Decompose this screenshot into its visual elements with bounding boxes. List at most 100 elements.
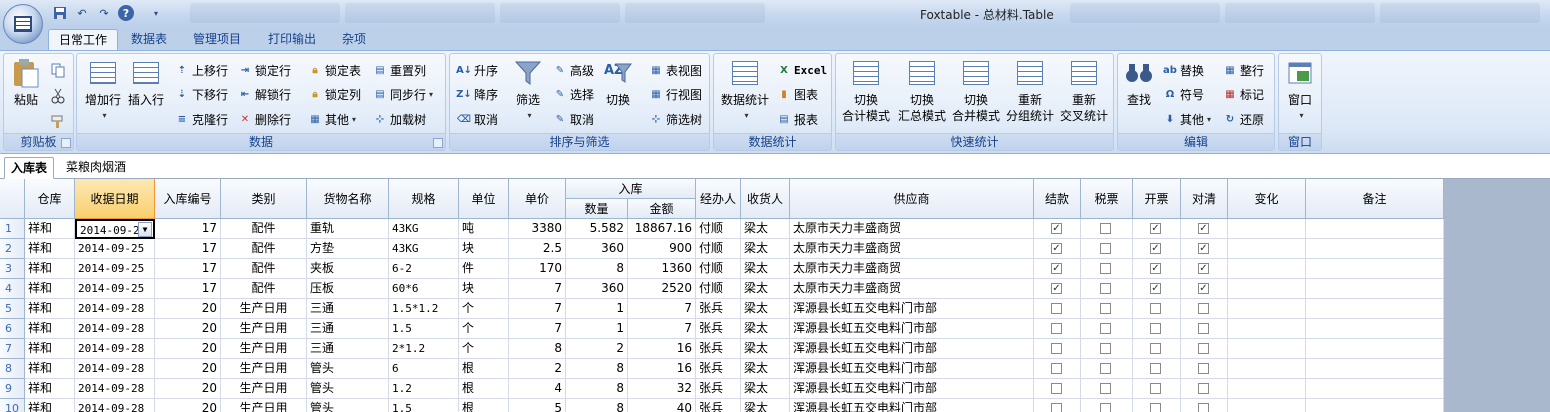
- cell-qty[interactable]: 8: [566, 359, 628, 379]
- cell-unit[interactable]: 个: [459, 299, 509, 319]
- reset-column-button[interactable]: ▤ 重置列: [372, 60, 426, 80]
- cancel-filter-button[interactable]: ✎ 取消: [552, 109, 594, 129]
- checkbox[interactable]: [1150, 303, 1161, 314]
- row-header[interactable]: 6: [0, 319, 25, 339]
- cell-remark[interactable]: [1306, 239, 1444, 259]
- cell-qty[interactable]: 5.582: [566, 219, 628, 239]
- cell-unit[interactable]: 吨: [459, 219, 509, 239]
- tab-daily-work[interactable]: 日常工作: [48, 29, 119, 51]
- cell-price[interactable]: 7: [509, 299, 566, 319]
- cell-warehouse[interactable]: 祥和: [25, 279, 75, 299]
- checkbox[interactable]: [1100, 323, 1111, 334]
- checkbox[interactable]: [1100, 363, 1111, 374]
- cell-date[interactable]: 2014-09-28: [75, 399, 155, 412]
- cell-kaipiao[interactable]: [1133, 399, 1181, 412]
- paste-button[interactable]: 粘贴: [8, 58, 44, 108]
- cell-qty[interactable]: 1: [566, 319, 628, 339]
- cell-supplier[interactable]: 浑源县长虹五交电料门市部: [790, 319, 1034, 339]
- cell-spec[interactable]: 1.2: [389, 379, 459, 399]
- cell-qty[interactable]: 360: [566, 279, 628, 299]
- cell-remark[interactable]: [1306, 259, 1444, 279]
- checkbox[interactable]: [1198, 363, 1209, 374]
- column-header-remark[interactable]: 备注: [1306, 179, 1444, 219]
- checkbox[interactable]: ✓: [1198, 283, 1209, 294]
- cell-amount[interactable]: 7: [628, 319, 696, 339]
- cell-receiver[interactable]: 梁太: [741, 339, 790, 359]
- cell-shuipiao[interactable]: [1081, 319, 1133, 339]
- cell-duiqing[interactable]: [1181, 339, 1228, 359]
- copy-icon[interactable]: [50, 60, 66, 80]
- cell-no[interactable]: 20: [155, 379, 221, 399]
- cell-kaipiao[interactable]: ✓: [1133, 279, 1181, 299]
- cell-kaipiao[interactable]: [1133, 359, 1181, 379]
- cell-no[interactable]: 20: [155, 359, 221, 379]
- cell-no[interactable]: 20: [155, 319, 221, 339]
- cell-name[interactable]: 方垫: [307, 239, 389, 259]
- cell-supplier[interactable]: 太原市天力丰盛商贸: [790, 239, 1034, 259]
- cell-category[interactable]: 生产日用: [221, 339, 307, 359]
- cell-amount[interactable]: 2520: [628, 279, 696, 299]
- cell-kaipiao[interactable]: ✓: [1133, 219, 1181, 239]
- move-down-button[interactable]: ⇣ 下移行: [174, 84, 228, 104]
- cell-amount[interactable]: 16: [628, 339, 696, 359]
- cell-qty[interactable]: 8: [566, 259, 628, 279]
- cell-name[interactable]: 夹板: [307, 259, 389, 279]
- cell-handler[interactable]: 付顺: [696, 239, 741, 259]
- unlock-row-button[interactable]: ⇤ 解锁行: [237, 84, 291, 104]
- checkbox[interactable]: ✓: [1150, 283, 1161, 294]
- cell-receiver[interactable]: 梁太: [741, 239, 790, 259]
- cell-no[interactable]: 17: [155, 259, 221, 279]
- checkbox[interactable]: [1051, 383, 1062, 394]
- cell-date[interactable]: 2014-09-25: [75, 259, 155, 279]
- clone-row-button[interactable]: ≡ 克隆行: [174, 109, 228, 129]
- cell-kaipiao[interactable]: ✓: [1133, 259, 1181, 279]
- report-button[interactable]: ▤ 报表: [776, 109, 818, 129]
- checkbox[interactable]: [1051, 363, 1062, 374]
- cell-warehouse[interactable]: 祥和: [25, 239, 75, 259]
- cell-category[interactable]: 生产日用: [221, 399, 307, 412]
- checkbox[interactable]: [1150, 343, 1161, 354]
- cell-spec[interactable]: 6: [389, 359, 459, 379]
- tab-manage-project[interactable]: 管理项目: [183, 29, 251, 51]
- cell-unit[interactable]: 根: [459, 359, 509, 379]
- sort-ascending-button[interactable]: A↓ 升序: [456, 60, 498, 80]
- regroup-stats-button[interactable]: 重新 分组统计: [1002, 58, 1058, 124]
- redo-icon[interactable]: ↷: [96, 5, 112, 21]
- checkbox[interactable]: [1100, 303, 1111, 314]
- cell-supplier[interactable]: 太原市天力丰盛商贸: [790, 219, 1034, 239]
- cell-category[interactable]: 配件: [221, 219, 307, 239]
- cell-amount[interactable]: 18867.16: [628, 219, 696, 239]
- column-header-unit[interactable]: 单位: [459, 179, 509, 219]
- column-header-shuipiao[interactable]: 税票: [1081, 179, 1133, 219]
- cell-shuipiao[interactable]: [1081, 239, 1133, 259]
- checkbox[interactable]: ✓: [1198, 263, 1209, 274]
- find-button[interactable]: 查找: [1122, 58, 1156, 108]
- cell-unit[interactable]: 块: [459, 239, 509, 259]
- cell-receiver[interactable]: 梁太: [741, 399, 790, 412]
- cell-jiekuan[interactable]: ✓: [1034, 239, 1081, 259]
- cell-receiver[interactable]: 梁太: [741, 319, 790, 339]
- lock-row-button[interactable]: ⇥ 锁定行: [237, 60, 291, 80]
- move-up-button[interactable]: ⇡ 上移行: [174, 60, 228, 80]
- background-window-tab[interactable]: [1380, 3, 1540, 23]
- background-window-tab[interactable]: [345, 3, 495, 23]
- cell-no[interactable]: 20: [155, 299, 221, 319]
- cell-remark[interactable]: [1306, 379, 1444, 399]
- edit-other-button[interactable]: ⬇ 其他 ▾: [1162, 109, 1211, 129]
- checkbox[interactable]: [1100, 243, 1111, 254]
- checkbox[interactable]: [1100, 283, 1111, 294]
- cell-kaipiao[interactable]: [1133, 379, 1181, 399]
- cell-date[interactable]: 2014-09-2 ▼: [75, 219, 155, 239]
- checkbox[interactable]: [1051, 303, 1062, 314]
- cell-duiqing[interactable]: [1181, 299, 1228, 319]
- cell-receiver[interactable]: 梁太: [741, 219, 790, 239]
- cell-no[interactable]: 20: [155, 339, 221, 359]
- cell-remark[interactable]: [1306, 339, 1444, 359]
- undo-icon[interactable]: ↶: [74, 5, 90, 21]
- add-row-button[interactable]: 增加行 ▾: [80, 58, 126, 124]
- column-header-name[interactable]: 货物名称: [307, 179, 389, 219]
- cell-price[interactable]: 170: [509, 259, 566, 279]
- cell-qty[interactable]: 8: [566, 399, 628, 412]
- cell-qty[interactable]: 360: [566, 239, 628, 259]
- row-view-button[interactable]: ▦ 行视图: [648, 84, 702, 104]
